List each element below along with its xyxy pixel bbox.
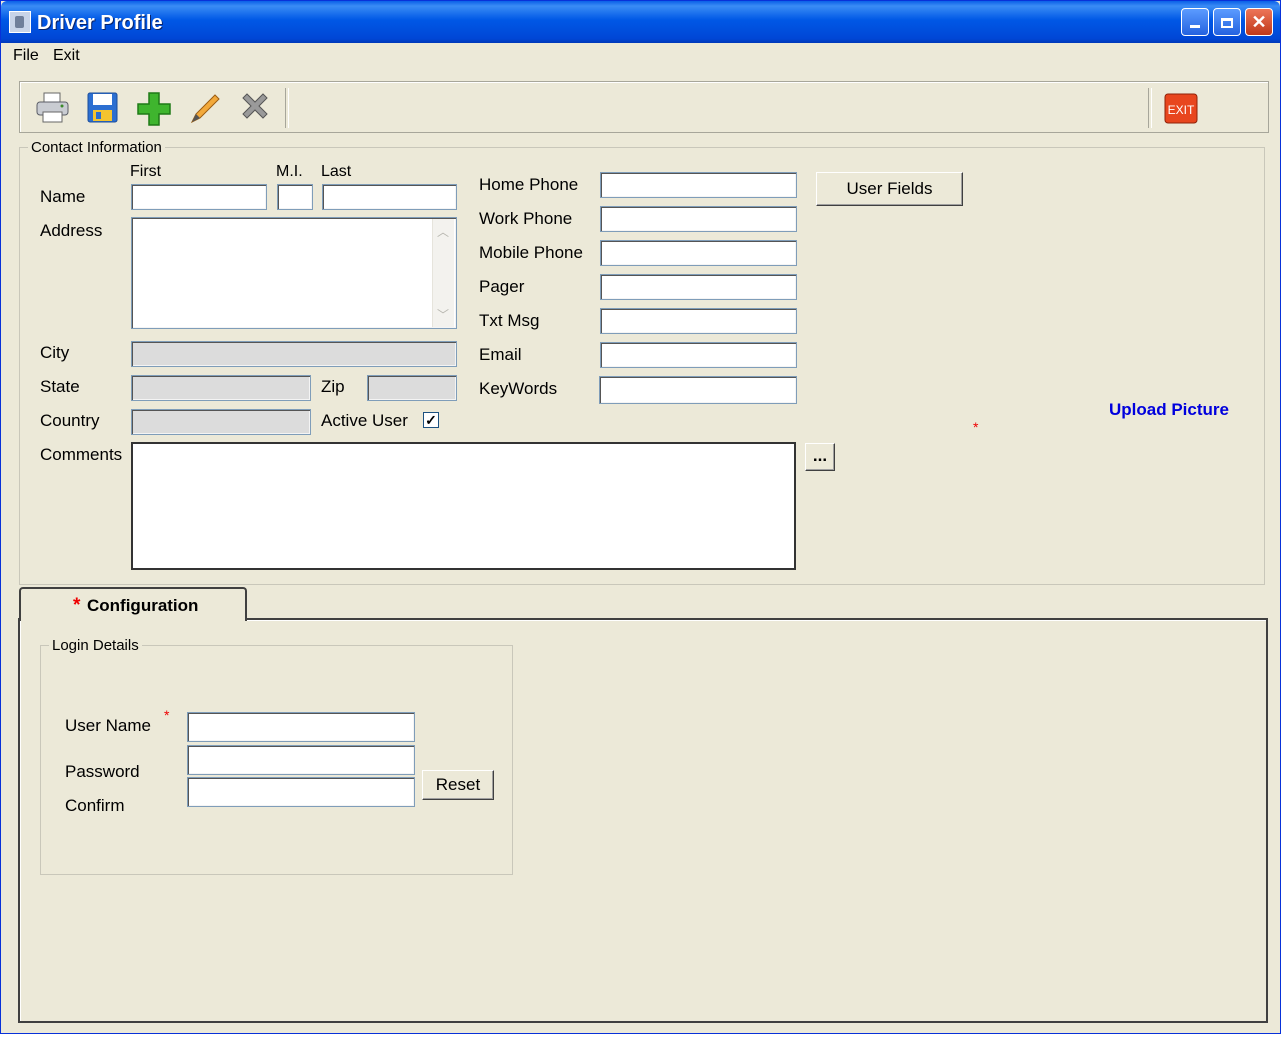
scroll-down-icon: ﹀ <box>437 308 450 322</box>
print-button[interactable] <box>34 90 72 126</box>
driver-profile-window: Driver Profile ✕ File Exit EXIT Contact … <box>0 0 1281 1034</box>
keywords-input[interactable] <box>599 376 797 404</box>
last-name-input[interactable] <box>322 184 457 210</box>
toolbar-separator <box>285 88 289 128</box>
upload-picture-link[interactable]: Upload Picture <box>1109 400 1229 420</box>
first-name-label: First <box>130 163 162 180</box>
city-label: City <box>40 343 70 362</box>
app-icon <box>9 11 31 33</box>
menu-exit[interactable]: Exit <box>53 47 80 65</box>
email-label: Email <box>479 345 522 364</box>
zip-label: Zip <box>321 377 345 396</box>
address-label: Address <box>40 221 103 240</box>
active-user-label: Active User <box>321 411 408 430</box>
toolbar-separator <box>1148 88 1152 128</box>
state-input[interactable] <box>131 375 311 401</box>
password-label: Password <box>65 762 140 781</box>
delete-button[interactable] <box>236 90 274 126</box>
email-input[interactable] <box>600 342 797 368</box>
maximize-icon <box>1221 18 1233 28</box>
save-button[interactable] <box>84 90 122 126</box>
comments-textarea[interactable] <box>131 442 796 570</box>
contact-information-legend: Contact Information <box>31 139 162 156</box>
minimize-icon <box>1190 25 1200 28</box>
close-window-button[interactable]: ✕ <box>1245 8 1273 36</box>
address-textarea[interactable] <box>131 217 457 329</box>
title-bar[interactable]: Driver Profile ✕ <box>1 1 1280 43</box>
keywords-label: KeyWords <box>479 379 558 398</box>
first-name-input[interactable] <box>131 184 267 210</box>
exit-button[interactable]: EXIT <box>1162 90 1200 126</box>
name-label: Name <box>40 187 86 206</box>
zip-input[interactable] <box>367 375 457 401</box>
active-user-checkbox[interactable]: ✓ <box>423 412 439 428</box>
mobile-phone-input[interactable] <box>600 240 797 266</box>
work-phone-label: Work Phone <box>479 209 573 228</box>
username-input[interactable] <box>187 712 415 742</box>
scroll-up-icon: ︿ <box>437 225 450 239</box>
city-input[interactable] <box>131 341 457 367</box>
login-details-legend: Login Details <box>52 637 139 654</box>
last-name-label: Last <box>321 163 352 180</box>
required-marker: * <box>973 419 979 435</box>
txt-msg-label: Txt Msg <box>479 311 540 330</box>
required-star: * <box>73 595 81 616</box>
save-icon <box>87 92 118 123</box>
close-icon: ✕ <box>1251 12 1267 32</box>
work-phone-input[interactable] <box>600 206 797 232</box>
toolbar: EXIT <box>19 81 1269 133</box>
password-input[interactable] <box>187 745 415 775</box>
home-phone-input[interactable] <box>600 172 797 198</box>
minimize-button[interactable] <box>1181 8 1209 36</box>
menu-bar: File Exit <box>1 43 1280 69</box>
add-icon <box>137 92 171 126</box>
pager-label: Pager <box>479 277 525 296</box>
username-label: User Name <box>65 716 151 735</box>
exit-icon: EXIT <box>1164 93 1198 124</box>
menu-file[interactable]: File <box>13 47 39 65</box>
country-label: Country <box>40 411 100 430</box>
middle-initial-input[interactable] <box>277 184 313 210</box>
state-label: State <box>40 377 80 396</box>
home-phone-label: Home Phone <box>479 175 579 194</box>
comments-label: Comments <box>40 445 123 464</box>
pager-input[interactable] <box>600 274 797 300</box>
tab-configuration-label: Configuration <box>87 596 199 615</box>
mobile-phone-label: Mobile Phone <box>479 243 583 262</box>
comments-expand-button[interactable]: ... <box>805 443 835 471</box>
username-required-marker: * <box>164 707 170 723</box>
country-input[interactable] <box>131 409 311 435</box>
edit-icon <box>190 94 220 124</box>
tab-configuration[interactable]: * Configuration <box>19 587 247 621</box>
edit-button[interactable] <box>186 90 224 126</box>
reset-button[interactable]: Reset <box>422 770 494 800</box>
user-fields-button[interactable]: User Fields <box>816 172 963 206</box>
confirm-password-input[interactable] <box>187 777 415 807</box>
confirm-label: Confirm <box>65 796 125 815</box>
txt-msg-input[interactable] <box>600 308 797 334</box>
add-button[interactable] <box>135 90 173 126</box>
delete-icon <box>242 93 268 119</box>
middle-initial-label: M.I. <box>276 163 303 180</box>
exit-icon-label: EXIT <box>1168 103 1195 117</box>
window-title: Driver Profile <box>37 12 163 34</box>
printer-icon <box>36 92 69 123</box>
maximize-button[interactable] <box>1213 8 1241 36</box>
address-scrollbar[interactable]: ︿ ﹀ <box>432 219 454 327</box>
